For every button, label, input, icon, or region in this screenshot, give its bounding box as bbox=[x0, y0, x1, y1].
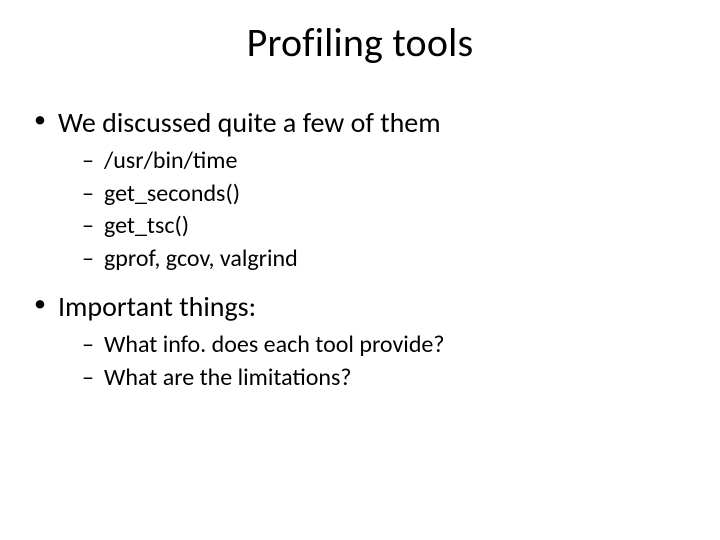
bullet-level2: What info. does each tool provide? bbox=[34, 330, 680, 361]
bullet-level1: Important things: bbox=[34, 289, 680, 324]
bullet-level2: What are the limitations? bbox=[34, 363, 680, 394]
bullet-level2: gprof, gcov, valgrind bbox=[34, 244, 680, 275]
slide: Profiling tools We discussed quite a few… bbox=[0, 0, 720, 540]
bullet-level2: /usr/bin/time bbox=[34, 146, 680, 177]
spacer bbox=[34, 277, 680, 289]
bullet-level2: get_seconds() bbox=[34, 179, 680, 210]
bullet-level1: We discussed quite a few of them bbox=[34, 105, 680, 140]
bullet-level2: get_tsc() bbox=[34, 211, 680, 242]
slide-title: Profiling tools bbox=[0, 18, 720, 67]
slide-body: We discussed quite a few of them /usr/bi… bbox=[34, 105, 680, 395]
